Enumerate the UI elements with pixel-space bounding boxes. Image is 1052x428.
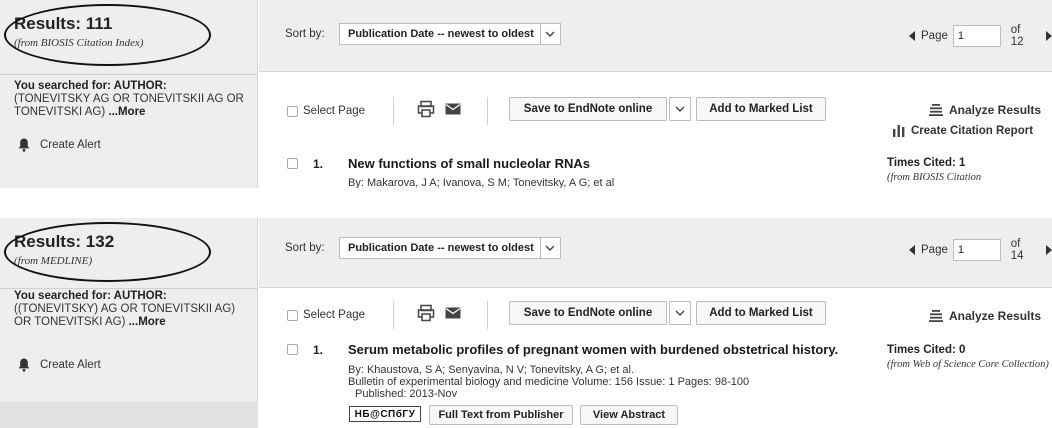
pager: Page 1 of 14 [909,238,1052,262]
refine-sidebar: Results: 111 (from BIOSIS Citation Index… [0,0,258,188]
more-link[interactable]: ...More [108,106,145,118]
highlight-ellipse [4,222,211,282]
sort-select-value: Publication Date -- newest to oldest [348,242,534,254]
refine-section [0,402,258,428]
record-number: 1. [313,157,324,171]
page-label: Page [921,244,948,256]
record-authors: By: Makarova, J A; Ivanova, S M; Tonevit… [348,177,615,188]
analyze-icon [929,104,943,116]
times-cited: Times Cited: 0 [887,344,966,356]
results-toolbar: Select Page Save to EndNote online Add t… [259,73,1052,188]
view-abstract-button[interactable]: View Abstract [580,405,678,425]
create-alert-label: Create Alert [40,139,101,151]
caret-right-icon[interactable] [1046,31,1052,41]
chevron-down-icon [675,310,685,316]
save-endnote-button[interactable]: Save to EndNote online [509,301,667,325]
pager: Page 1 of 12 [909,24,1052,48]
analyze-results-label: Analyze Results [949,103,1042,117]
select-page-label: Select Page [303,105,366,117]
sidebar-divider [0,74,258,75]
library-link-button[interactable]: НБ@СПбГУ [349,406,421,422]
record-journal: Bulletin of experimental biology and med… [348,376,750,388]
record-title[interactable]: New functions of small nucleolar RNAs [348,156,590,171]
analyze-icon [929,310,943,322]
caret-right-icon[interactable] [1046,245,1052,255]
highlight-ellipse [4,4,211,66]
toolbar-divider [487,301,488,329]
record-title[interactable]: Serum metabolic profiles of pregnant wom… [348,342,838,357]
save-endnote-button[interactable]: Save to EndNote online [509,97,667,121]
sort-bar: Sort by: Publication Date -- newest to o… [259,0,1052,72]
record-number: 1. [313,343,324,357]
bar-chart-icon [893,125,905,137]
page-input[interactable]: 1 [952,239,1001,261]
sort-select[interactable]: Publication Date -- newest to oldest [339,23,561,45]
print-icon[interactable] [417,304,435,322]
sort-select[interactable]: Publication Date -- newest to oldest [339,237,561,259]
analyze-results-label: Analyze Results [949,309,1042,323]
record-checkbox[interactable] [287,344,298,355]
search-query-summary: You searched for: AUTHOR: (TONEVITSKY AG… [14,80,246,119]
sort-select-value: Publication Date -- newest to oldest [348,28,534,40]
email-icon[interactable] [445,307,461,319]
refine-sidebar: Results: 132 (from MEDLINE) You searched… [0,218,258,428]
record-published: Published: 2013-Nov [355,388,458,400]
page-of: of 14 [1010,238,1024,262]
results-toolbar: Select Page Save to EndNote online Add t… [259,289,1052,428]
select-page-checkbox[interactable] [287,310,298,321]
add-marked-list-button[interactable]: Add to Marked List [696,301,826,325]
create-alert-label: Create Alert [40,359,101,371]
page-input[interactable]: 1 [952,25,1001,47]
times-cited-source: (from BIOSIS Citation [887,172,982,183]
full-text-button[interactable]: Full Text from Publisher [429,405,573,425]
create-alert-link[interactable]: Create Alert [18,138,101,152]
searched-prefix: You searched for: AUTHOR: [14,290,167,302]
sidebar-divider [0,288,258,289]
analyze-results-link[interactable]: Analyze Results [929,309,1041,323]
caret-left-icon[interactable] [909,31,915,41]
chevron-down-icon [539,24,560,44]
bell-icon [18,358,30,372]
select-page-checkbox[interactable] [287,106,298,117]
toolbar-divider [487,97,488,125]
save-options-dropdown[interactable] [669,301,691,325]
chevron-down-icon [675,106,685,112]
sort-label: Sort by: [285,242,325,254]
toolbar-divider [393,301,394,329]
select-page-label: Select Page [303,309,366,321]
add-marked-list-button[interactable]: Add to Marked List [696,97,826,121]
record-authors: By: Khaustova, S A; Senyavina, N V; Tone… [348,364,634,376]
analyze-results-link[interactable]: Analyze Results [929,103,1041,117]
sort-bar: Sort by: Publication Date -- newest to o… [259,218,1052,288]
toolbar-divider [393,97,394,125]
panel-gap [0,188,1052,218]
create-alert-link[interactable]: Create Alert [18,358,101,372]
searched-prefix: You searched for: AUTHOR: [14,80,167,92]
results-panel-medline: Results: 132 (from MEDLINE) You searched… [0,218,1052,428]
print-icon[interactable] [417,100,435,118]
bell-icon [18,138,30,152]
page-label: Page [921,30,948,42]
sort-label: Sort by: [285,28,325,40]
save-options-dropdown[interactable] [669,97,691,121]
more-link[interactable]: ...More [129,316,166,328]
searched-query: ((TONEVITSKY) AG OR TONEVITSKII AG) OR T… [14,303,236,328]
search-query-summary: You searched for: AUTHOR: ((TONEVITSKY) … [14,290,246,329]
record-checkbox[interactable] [287,158,298,169]
email-icon[interactable] [445,103,461,115]
create-citation-report-link[interactable]: Create Citation Report [893,125,1033,137]
caret-left-icon[interactable] [909,245,915,255]
page-of: of 12 [1010,24,1024,48]
times-cited-source: (from Web of Science Core Collection) [887,359,1049,370]
citation-report-label: Create Citation Report [911,125,1034,137]
chevron-down-icon [539,238,560,258]
times-cited: Times Cited: 1 [887,157,966,169]
results-panel-biosis: Results: 111 (from BIOSIS Citation Index… [0,0,1052,188]
